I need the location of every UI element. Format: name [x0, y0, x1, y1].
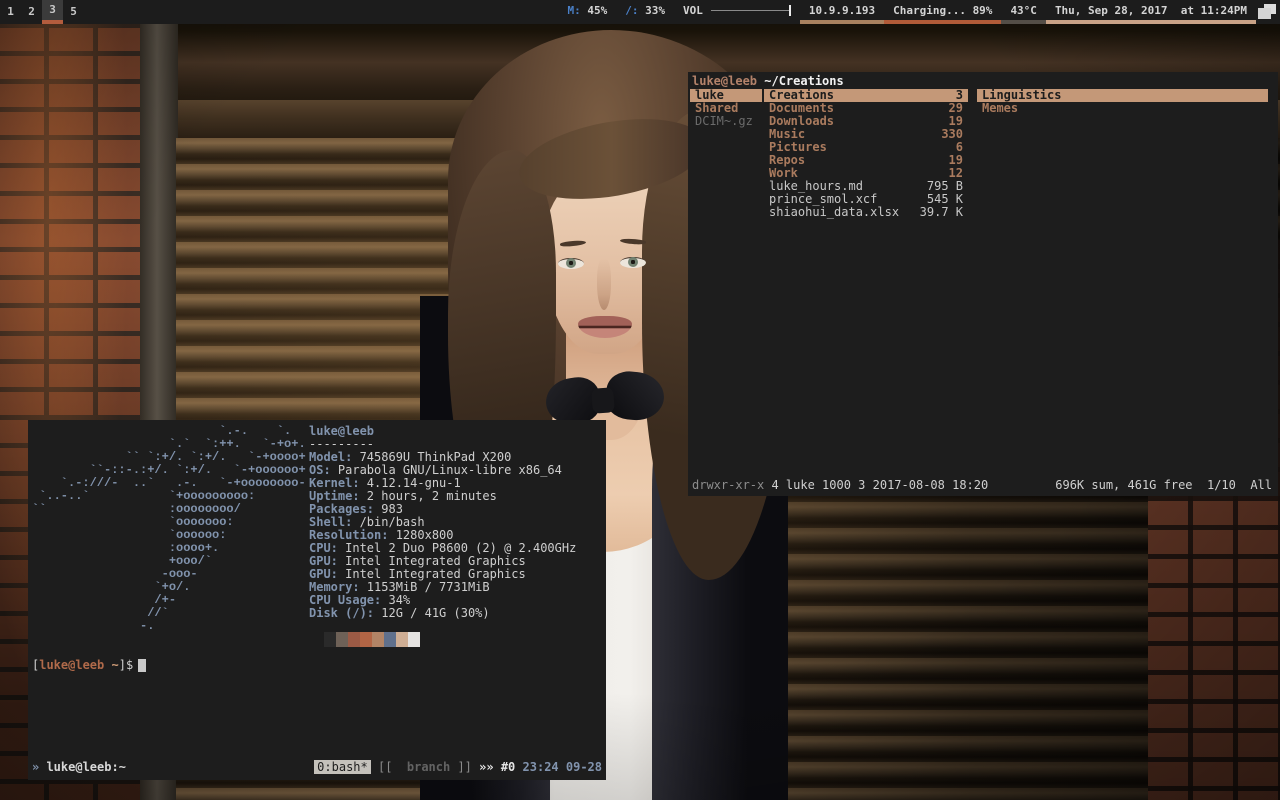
status-bar: 1235 M: 45%/: 33% VOL 10.9.9.193Charging… [0, 0, 1280, 24]
prompt-cwd: ~ [104, 658, 118, 672]
neofetch-value: Intel 2 Duo P8600 (2) @ 2.400GHz [338, 541, 576, 555]
tmux-statusbar: » luke@leeb:~ 0:bash* [[ branch ]] »» #0… [32, 759, 602, 775]
status-segment-0: 10.9.9.193 [800, 0, 884, 24]
parabola-ascii-logo: `.-. `. `.` `:++. `-+o+. `` `:+/. `:+/. … [32, 425, 306, 633]
file-manager-titlebar: luke@leeb ~/Creations [692, 74, 844, 88]
systray[interactable] [1256, 0, 1280, 24]
tmux-right: 0:bash* [[ branch ]] »» #0 23:24 09-28 [314, 759, 602, 775]
neofetch-label: GPU: [309, 554, 338, 568]
workspace-tag-1[interactable]: 1 [0, 0, 21, 24]
volume-handle[interactable] [789, 5, 791, 16]
preview-item[interactable]: Memes [977, 102, 1268, 115]
neofetch-value: 2 hours, 2 minutes [360, 489, 497, 503]
user-host: luke@leeb [692, 74, 757, 88]
preview-item[interactable]: Linguistics [977, 89, 1268, 102]
neofetch-value: 745869U ThinkPad X200 [352, 450, 511, 464]
palette-swatch-3 [360, 632, 372, 647]
workspace-tag-5[interactable]: 5 [63, 0, 84, 24]
monitor-front-icon [1258, 8, 1271, 19]
item-name: DCIM~.gz [695, 115, 753, 128]
file-permissions: drwxr-xr-x 4 luke 1000 3 2017-08-08 18:2… [692, 478, 988, 492]
volume-track[interactable] [711, 10, 789, 11]
file-manager-statusbar: drwxr-xr-x 4 luke 1000 3 2017-08-08 18:2… [692, 478, 1272, 492]
system-meters: M: 45%/: 33% [558, 0, 674, 24]
palette-swatch-7 [408, 632, 420, 647]
item-name: Memes [982, 102, 1018, 115]
file-size: 39.7 K [920, 206, 963, 219]
palette-swatch-5 [384, 632, 396, 647]
status-modules: M: 45%/: 33% VOL 10.9.9.193Charging... 8… [558, 0, 1280, 24]
terminal-window[interactable]: `.-. `. `.` `:++. `-+o+. `` `:+/. `:+/. … [28, 420, 606, 780]
status-segment-2: 43°C [1001, 0, 1046, 24]
meter-label: /: [625, 4, 645, 17]
palette-swatch-1 [336, 632, 348, 647]
neofetch-label: Kernel: [309, 476, 360, 490]
neofetch-value: 1153MiB / 7731MiB [360, 580, 490, 594]
neofetch-value: 4.12.14-gnu-1 [360, 476, 461, 490]
neofetch-label: Resolution: [309, 528, 388, 542]
meter-M: M: 45% [558, 0, 616, 24]
cursor-block [138, 659, 146, 672]
neofetch-value: Intel Integrated Graphics [338, 554, 526, 568]
file-name: shiaohui_data.xlsx [769, 206, 899, 219]
neofetch-value: /bin/bash [352, 515, 424, 529]
disk-summary: 696K sum, 461G free 1/10 All [1055, 478, 1272, 492]
neofetch-label: OS: [309, 463, 331, 477]
meter-: /: 33% [616, 0, 674, 24]
volume-label: VOL [683, 4, 703, 17]
neofetch-value: 983 [374, 502, 403, 516]
workspace-tags: 1235 [0, 0, 84, 24]
file-list-column: Creations3Documents29Downloads19Music330… [764, 89, 968, 219]
workspace-tag-2[interactable]: 2 [21, 0, 42, 24]
meter-value: 33% [645, 4, 665, 17]
terminal-color-palette [324, 632, 420, 647]
network-computers-icon[interactable] [1258, 4, 1276, 20]
neofetch-label: Model: [309, 450, 352, 464]
tmux-window-tab[interactable]: 0:bash* [314, 760, 371, 774]
parent-item[interactable]: DCIM~.gz [690, 115, 762, 128]
neofetch-value: 34% [381, 593, 410, 607]
preview-column: LinguisticsMemes [977, 89, 1268, 115]
neofetch-label: Memory: [309, 580, 360, 594]
neofetch-value: Parabola GNU/Linux-libre x86_64 [331, 463, 562, 477]
git-branch-indicator: branch [400, 760, 451, 774]
neofetch-label: Disk (/): [309, 606, 374, 620]
volume-slider[interactable]: VOL [674, 0, 800, 24]
neofetch-label: GPU: [309, 567, 338, 581]
palette-swatch-2 [348, 632, 360, 647]
neofetch-info: luke@leeb---------Model: 745869U ThinkPa… [309, 425, 576, 620]
palette-swatch-4 [372, 632, 384, 647]
neofetch-label: CPU: [309, 541, 338, 555]
neofetch-value: 12G / 41G (30%) [374, 606, 490, 620]
neofetch-label: Uptime: [309, 489, 360, 503]
neofetch-label: CPU Usage: [309, 593, 381, 607]
file-row[interactable]: shiaohui_data.xlsx 39.7 K [764, 206, 968, 219]
palette-swatch-0 [324, 632, 336, 647]
file-manager-window[interactable]: luke@leeb ~/Creations lukeSharedDCIM~.gz… [688, 72, 1278, 496]
neofetch-line: Disk (/): 12G / 41G (30%) [309, 607, 576, 620]
neofetch-value: Intel Integrated Graphics [338, 567, 526, 581]
shell-prompt[interactable]: [luke@leeb ~]$ [32, 658, 146, 672]
neofetch-label: Packages: [309, 502, 374, 516]
tmux-session: » luke@leeb:~ [32, 759, 126, 775]
neofetch-label: Shell: [309, 515, 352, 529]
status-segments: 10.9.9.193Charging... 89%43°CThu, Sep 28… [800, 0, 1256, 24]
meter-label: M: [567, 4, 587, 17]
parent-directory-column: lukeSharedDCIM~.gz [690, 89, 762, 128]
meter-value: 45% [587, 4, 607, 17]
neofetch-value: 1280x800 [388, 528, 453, 542]
palette-swatch-6 [396, 632, 408, 647]
current-path: ~/Creations [757, 74, 844, 88]
workspace-tag-3[interactable]: 3 [42, 0, 63, 24]
status-segment-1: Charging... 89% [884, 0, 1001, 24]
status-segment-3: Thu, Sep 28, 2017 at 11:24PM [1046, 0, 1256, 24]
prompt-user-host: luke@leeb [39, 658, 104, 672]
